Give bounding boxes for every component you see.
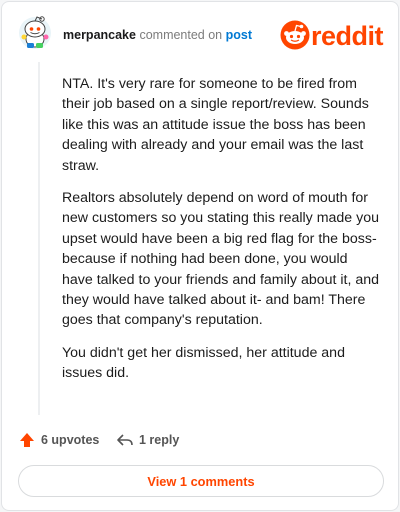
upvote-arrow-icon [18,431,36,449]
comment-byline: merpancake commented on post [63,28,252,42]
thread-line[interactable] [38,62,40,415]
post-link[interactable]: post [226,28,252,42]
comment-card: merpancake commented on post reddit NTA.… [1,1,399,511]
comment-actions: 6 upvotes 1 reply [18,430,378,450]
snoo-avatar-icon[interactable] [18,15,52,51]
comment-paragraph: NTA. It's very rare for someone to be fi… [62,76,369,174]
reply-count: 1 reply [139,433,180,447]
reply-arrow-icon [116,431,134,449]
reply-button[interactable]: 1 reply [116,430,179,450]
reddit-wordmark: reddit [311,21,384,51]
username-link[interactable]: merpancake [63,28,136,42]
upvote-button[interactable]: 6 upvotes [18,430,99,450]
reddit-logo-icon [280,20,310,50]
byline-action-text: commented on [139,28,223,42]
view-comments-button[interactable]: View 1 comments [18,465,384,497]
upvotes-count: 6 upvotes [41,433,100,447]
comment-body: NTA. It's very rare for someone to be fi… [62,74,380,396]
comment-paragraph: You didn't get her dismissed, her attitu… [62,344,345,382]
comment-header: merpancake commented on post reddit [2,2,398,66]
comment-paragraph: Realtors absolutely depend on word of mo… [62,190,380,329]
reddit-brand[interactable]: reddit [280,20,388,52]
